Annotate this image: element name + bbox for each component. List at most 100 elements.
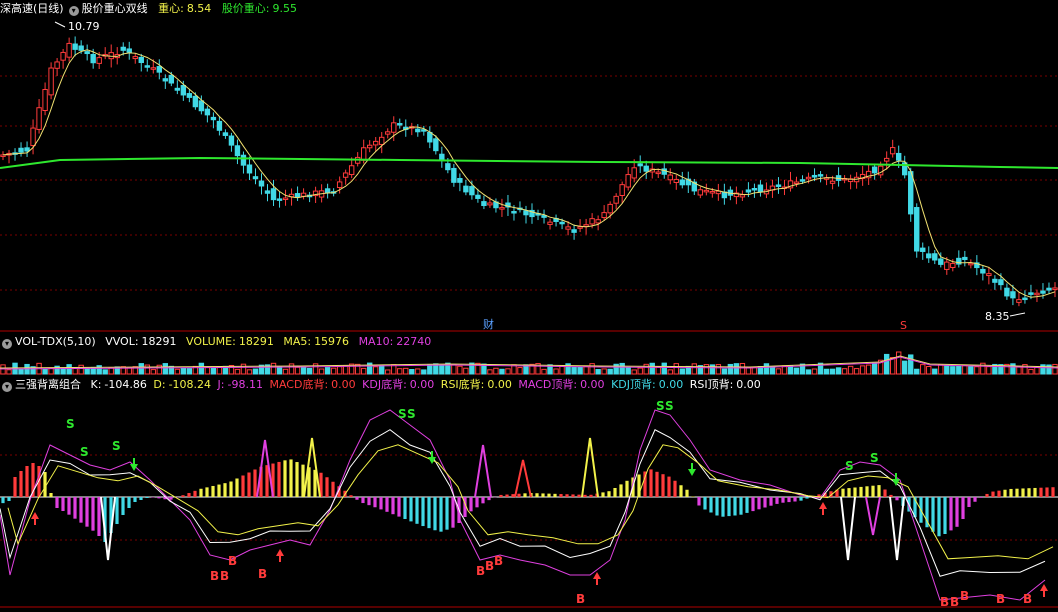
volume-bar (84, 367, 90, 375)
volume-bar (763, 363, 770, 375)
macd-histogram-bar (931, 497, 935, 532)
indicator-panel[interactable]: SS SS SS SSSB BBB B B BB B B B B B (0, 399, 1058, 609)
macd-histogram-bar (187, 493, 191, 497)
candle-body (66, 42, 72, 58)
volume-bar (210, 367, 217, 375)
volume-bar (234, 368, 241, 375)
stock-chart-canvas[interactable]: SS SS SS SSSB BBB B B BB B B B B B 10.79 8.35 财 S (0, 0, 1058, 612)
candle-body (204, 108, 211, 116)
volume-bar (811, 368, 818, 375)
volume-bar (439, 364, 445, 375)
volume-bar (294, 366, 301, 375)
macd-histogram-bar (1015, 488, 1019, 497)
volume-bar (589, 363, 595, 375)
candle-body (523, 210, 529, 216)
volume-bar (330, 367, 337, 375)
macd-histogram-bar (697, 497, 701, 506)
candle-body (1034, 292, 1040, 296)
macd-histogram-bar (1009, 488, 1013, 497)
macd-histogram-bar (679, 485, 683, 497)
macd-histogram-bar (7, 497, 11, 501)
sell-signal-letter: S (870, 451, 879, 465)
macd-histogram-bar (985, 493, 989, 497)
candle-body (883, 157, 890, 162)
macd-histogram-bar (1033, 487, 1037, 497)
candle-body (607, 203, 613, 214)
volume-bar (859, 365, 866, 375)
stock-title[interactable]: 深高速(日线) (0, 2, 64, 15)
macd-histogram-bar (877, 485, 881, 497)
candle-body (511, 211, 517, 214)
buy-signal-letter: B (576, 592, 585, 606)
settings-gear-icon[interactable]: ▾ (68, 6, 79, 16)
candle-body (751, 187, 758, 191)
volume-bar (457, 365, 463, 375)
candle-body (90, 53, 96, 64)
candle-body (667, 174, 673, 181)
candle-body (397, 123, 403, 126)
rsi-top-label: RSI顶背: (689, 378, 734, 391)
candle-body (264, 190, 271, 194)
volume-bar (661, 362, 667, 375)
volume-bar (499, 368, 505, 375)
macd-top-label: MACD顶背: (518, 378, 578, 391)
candle-body (745, 189, 752, 193)
candle-body (944, 261, 950, 270)
sell-arrow-icon (688, 469, 696, 476)
volume-bar (78, 364, 84, 375)
volume-bar (944, 364, 950, 375)
candle-body (595, 219, 601, 224)
candle-body (1016, 299, 1022, 303)
macd-histogram-bar (283, 460, 287, 497)
candle-body (914, 207, 920, 252)
macd-histogram-bar (439, 497, 443, 532)
volume-indicator-name[interactable]: VOL-TDX(5,10) (15, 335, 96, 348)
macd-histogram-bar (487, 497, 491, 501)
volume-bar (403, 367, 409, 375)
macd-histogram-bar (859, 486, 863, 497)
volume-bar (397, 368, 403, 375)
candle-body (234, 145, 241, 157)
macd-histogram-bar (85, 497, 89, 527)
macd-histogram-bar (1027, 488, 1031, 497)
combo-indicator-name[interactable]: 三强背离组合 (15, 378, 81, 391)
volume-bar (300, 366, 307, 375)
volume-settings-gear-icon[interactable]: ▾ (2, 339, 12, 349)
macd-histogram-bar (661, 474, 665, 497)
volume-bar (865, 364, 872, 375)
macd-histogram-bar (799, 497, 803, 501)
indicator-name[interactable]: 股价重心双线 (82, 2, 148, 15)
candle-body (499, 207, 505, 210)
macd-histogram-bar (1, 497, 5, 504)
volume-bar (541, 368, 547, 375)
candle-body (132, 56, 138, 60)
volume-panel[interactable] (0, 351, 1058, 375)
candle-body (631, 167, 637, 179)
volume-bar (595, 369, 601, 375)
volume-bar (793, 367, 800, 375)
divergence-spike-down (100, 496, 116, 561)
divergence-spike-down (865, 496, 881, 536)
volume-bar (336, 366, 343, 375)
candle-body (805, 176, 812, 180)
macd-histogram-bar (1003, 489, 1007, 497)
candle-body (775, 184, 782, 187)
volume-bar (270, 362, 277, 375)
volume-bar (950, 366, 956, 375)
macd-histogram-bar (571, 494, 575, 497)
macd-histogram-bar (481, 497, 485, 504)
price-panel[interactable] (0, 21, 1058, 317)
indicator-settings-gear-icon[interactable]: ▾ (2, 382, 12, 392)
candle-body (391, 122, 397, 133)
finance-marker[interactable]: 财 (483, 317, 494, 331)
event-marker-s[interactable]: S (900, 319, 907, 332)
macd-histogram-bar (469, 497, 473, 512)
macd-histogram-bar (733, 497, 737, 516)
candle-body (577, 226, 583, 229)
macd-histogram-bar (145, 497, 149, 498)
candle-body (457, 178, 463, 183)
sell-signal-letter: S (80, 445, 89, 459)
candle-body (619, 184, 625, 196)
macd-histogram-bar (763, 497, 767, 508)
volume-bar (373, 366, 379, 375)
